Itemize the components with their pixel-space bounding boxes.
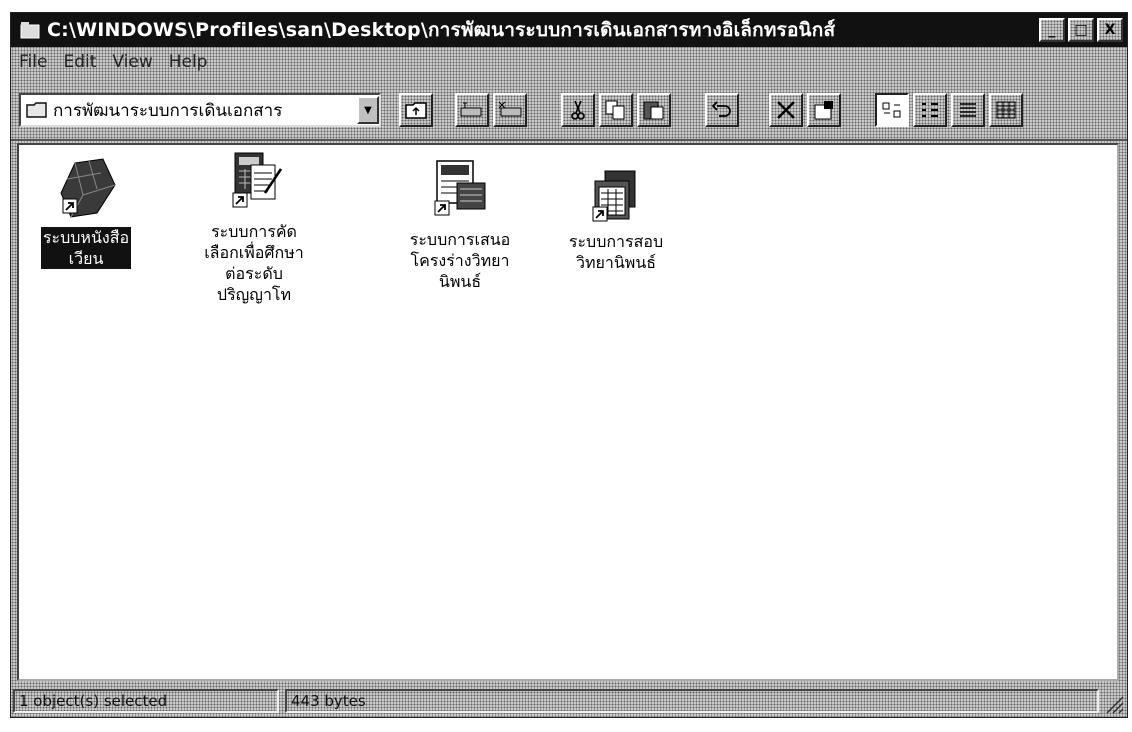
file-view[interactable]: ระบบหนังสือ เวียน ระบบการคัด เลือกเพื่อศ… [17, 143, 1119, 681]
folder-window-icon [19, 19, 41, 41]
app-window-shortcut-icon [592, 170, 636, 222]
window-controls: _ □ X [1039, 18, 1123, 42]
form-document-shortcut-icon [434, 160, 486, 216]
large-icons-view-icon [882, 102, 901, 118]
list-button[interactable] [951, 93, 985, 127]
menu-view[interactable]: View [112, 52, 152, 72]
address-value: การพัฒนาระบบการเดินเอกสาร [53, 100, 283, 121]
properties-button[interactable] [807, 93, 841, 127]
minimize-button[interactable]: _ [1039, 18, 1065, 42]
small-icons-view-icon [922, 103, 938, 117]
icon-label: ระบบการคัด เลือกเพื่อศึกษา ต่อระดับ ปริญ… [204, 222, 304, 304]
desktop-shortcut-circular-letters[interactable]: ระบบหนังสือ เวียน [21, 155, 151, 269]
desktop-shortcut-proposal[interactable]: ระบบการเสนอ โครงร่างวิทยา นิพนธ์ [395, 157, 525, 292]
desktop-shortcut-thesis-exam[interactable]: ระบบการสอบ วิทยานิพนธ์ [551, 169, 681, 273]
undo-button[interactable] [705, 93, 739, 127]
window-title: C:\WINDOWS\Profiles\san\Desktop\การพัฒนา… [47, 19, 836, 41]
menu-edit[interactable]: Edit [63, 52, 96, 72]
status-bar: 1 object(s) selected 443 bytes [11, 685, 1127, 717]
menu-help[interactable]: Help [169, 52, 208, 72]
title-bar[interactable]: C:\WINDOWS\Profiles\san\Desktop\การพัฒนา… [11, 13, 1127, 47]
maximize-button[interactable]: □ [1068, 18, 1094, 42]
folder-up-icon [405, 102, 427, 119]
copy-icon [605, 100, 625, 120]
chevron-down-icon[interactable]: ▼ [357, 96, 379, 124]
copy-button[interactable] [599, 93, 633, 127]
close-button[interactable]: X [1097, 18, 1123, 42]
status-selection: 1 object(s) selected [13, 689, 279, 713]
status-size: 443 bytes [285, 689, 1099, 713]
books-shortcut-icon [60, 158, 116, 218]
toolbar: การพัฒนาระบบการเดินเอกสาร ▼ [11, 77, 1127, 141]
clipboard-icon [643, 101, 664, 120]
undo-icon [711, 101, 731, 117]
delete-button[interactable] [769, 93, 803, 127]
small-icons-button[interactable] [913, 93, 947, 127]
large-icons-button[interactable] [875, 93, 909, 127]
paste-button[interactable] [637, 93, 671, 127]
details-button[interactable] [989, 93, 1023, 127]
desktop-shortcut-master-selection[interactable]: ระบบการคัด เลือกเพื่อศึกษา ต่อระดับ ปริญ… [189, 149, 319, 305]
list-view-icon [960, 103, 976, 117]
properties-icon [814, 101, 833, 120]
scissors-icon [571, 100, 585, 120]
icon-label: ระบบการสอบ วิทยานิพนธ์ [568, 232, 664, 272]
network-drive-icon [460, 102, 482, 117]
resize-grip-icon[interactable] [1103, 693, 1125, 715]
disconnect-drive-button[interactable] [493, 93, 527, 127]
menu-file[interactable]: File [19, 52, 47, 72]
calculator-document-shortcut-icon [232, 152, 283, 208]
icon-label: ระบบหนังสือ เวียน [40, 227, 132, 269]
map-drive-button[interactable] [455, 93, 489, 127]
address-combo[interactable]: การพัฒนาระบบการเดินเอกสาร ▼ [19, 93, 381, 127]
details-view-icon [996, 101, 1016, 119]
folder-icon [25, 100, 49, 120]
disconnect-drive-icon [498, 101, 522, 117]
delete-x-icon [777, 101, 795, 119]
icon-label: ระบบการเสนอ โครงร่างวิทยา นิพนธ์ [409, 230, 511, 291]
explorer-window: C:\WINDOWS\Profiles\san\Desktop\การพัฒนา… [10, 12, 1128, 718]
menu-bar: File Edit View Help [11, 47, 1127, 77]
cut-button[interactable] [561, 93, 595, 127]
up-one-level-button[interactable] [399, 93, 433, 127]
